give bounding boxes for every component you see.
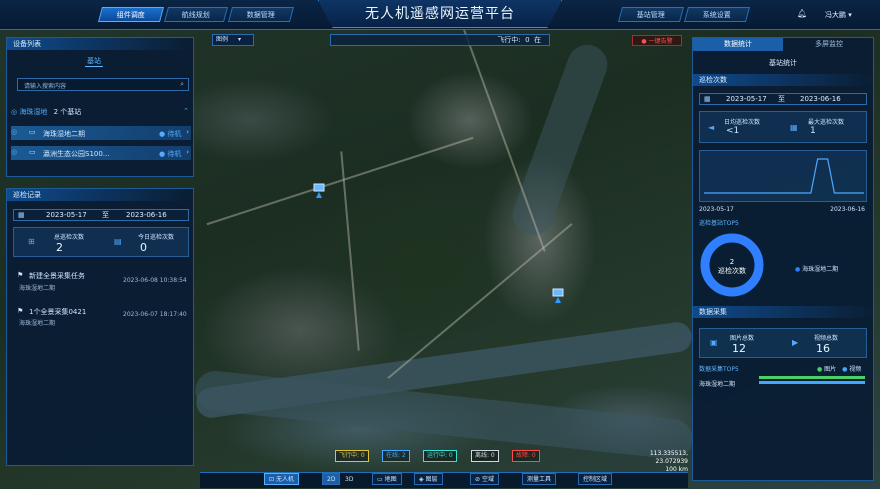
mode-3d-button[interactable]: 3D — [340, 473, 358, 485]
tab-station[interactable]: 基站 — [85, 56, 103, 67]
trend-line — [704, 158, 864, 194]
grid-icon: ⊞ — [28, 237, 35, 246]
image-icon: ▣ — [710, 338, 718, 347]
record-item[interactable]: ⚑ 1个全景采集0421 2023-06-07 18:17:40 海珠湿地二期 — [17, 307, 189, 337]
coordinate-readout: 113.335513, 23.072939 100 km — [649, 450, 688, 473]
flag-icon: ⚑ — [17, 307, 24, 315]
line-chart-svg — [704, 158, 864, 194]
data-collection-title: 数据采集 — [693, 306, 875, 318]
patrol-record-panel: 巡检记录 ▦ 2023-05-17 至 2023-06-16 ⊞ 总巡检次数 2… — [6, 188, 194, 466]
chevron-right-icon: › — [186, 128, 189, 136]
map-button[interactable]: ▭ 地图 — [372, 473, 402, 485]
alarm-button[interactable]: ● 一键告警 — [632, 35, 682, 46]
station-stats-title: 基站统计 — [769, 59, 797, 67]
collection-stats-card: ▣ 图片总数 12 ▶ 视频总数 16 — [699, 328, 867, 358]
collect-site-label: 海珠湿地二期 — [699, 381, 736, 388]
search-input[interactable]: 请输入搜索内容 ⌕ — [17, 78, 189, 91]
flight-status-bar: 飞行中: 0 在 — [330, 34, 550, 46]
patrol-count-title: 巡检次数 — [693, 74, 875, 86]
target-icon: ◎ — [11, 128, 18, 136]
status-online[interactable]: 在线: 2 — [382, 450, 410, 462]
station-marker[interactable] — [551, 288, 565, 304]
axis-start-label: 2023-05-17 — [699, 206, 734, 213]
send-icon: ◄ — [708, 123, 715, 132]
airspace-button[interactable]: ⊘ 空域 — [470, 473, 499, 485]
tab-station-management[interactable]: 基站管理 — [617, 7, 685, 22]
measure-button[interactable]: 测量工具 — [522, 473, 557, 485]
status-offline[interactable]: 离线: 0 — [471, 450, 499, 462]
calendar-icon: ▦ — [704, 95, 711, 103]
drone-icon: ▭ — [29, 128, 36, 136]
bell-icon[interactable]: 🔔︎ — [797, 9, 807, 18]
video-bar — [759, 381, 865, 384]
status-running[interactable]: 运行中: 0 — [423, 450, 457, 462]
device-item[interactable]: ◎ ▭ 瀛洲生态公园S100... ● 待机 › — [11, 146, 191, 160]
station-group[interactable]: ◎ 海珠湿地 2 个基站 — [11, 107, 81, 117]
patrol-summary-card: ◄ 日均巡检次数 <1 ▦ 最大巡检次数 1 — [699, 111, 867, 143]
legend-dropdown[interactable]: 图例 ▾ — [212, 34, 254, 46]
patrol-line-chart — [699, 150, 867, 202]
video-icon: ▶ — [792, 338, 799, 347]
device-list-title: 设备列表 — [7, 38, 193, 50]
target-icon: ◎ — [11, 148, 18, 156]
tab-route-planning[interactable]: 航线规划 — [163, 7, 229, 22]
device-item[interactable]: ◎ ▭ 海珠湿地二期 ● 待机 › — [11, 126, 191, 140]
location-icon: ◎ — [11, 108, 18, 116]
drone-button[interactable]: ⊡ 无人机 — [264, 473, 299, 485]
tab-system-settings[interactable]: 系统设置 — [683, 7, 751, 22]
patrol-stats-card: ⊞ 总巡检次数 2 ▤ 今日巡检次数 0 — [13, 227, 189, 257]
control-area-button[interactable]: 控制区域 — [578, 473, 613, 485]
calendar-icon: ▦ — [18, 211, 25, 219]
statistics-panel: 数据统计 多屏监控 基站统计 巡检次数 ▦ 2023-05-17 至 2023-… — [692, 37, 875, 481]
layer-button[interactable]: ◈ 图层 — [414, 473, 443, 485]
image-bar — [759, 376, 865, 379]
status-badge: ● 待机 — [159, 130, 182, 138]
patrol-record-title: 巡检记录 — [7, 189, 193, 201]
station-marker[interactable] — [312, 183, 326, 199]
tab-data-stats[interactable]: 数据统计 — [693, 38, 783, 51]
top-header: 组件调度 航线规划 数据管理 无人机遥感网运营平台 基站管理 系统设置 🔔︎ 冯… — [0, 0, 880, 30]
flag-icon: ⚑ — [17, 271, 24, 279]
donut-center: 2 巡检次数 — [718, 258, 746, 275]
mode-2d-button[interactable]: 2D — [322, 473, 341, 485]
page-title: 无人机遥感网运营平台 — [318, 0, 562, 28]
drone-icon: ▭ — [29, 148, 36, 156]
top5-title: 巡检基站TOP5 — [699, 220, 739, 227]
axis-end-label: 2023-06-16 — [830, 206, 865, 213]
chevron-right-icon: › — [186, 148, 189, 156]
tab-data-management[interactable]: 数据管理 — [227, 7, 295, 22]
record-item[interactable]: ⚑ 新建全景采集任务 2023-06-08 10:38:54 海珠湿地二期 — [17, 271, 189, 301]
tab-dispatch[interactable]: 组件调度 — [97, 7, 165, 22]
device-list-panel: 设备列表 基站 请输入搜索内容 ⌕ ◎ 海珠湿地 2 个基站 ⌃ ◎ ▭ 海珠湿… — [6, 37, 194, 177]
search-icon[interactable]: ⌕ — [180, 80, 184, 89]
date-range-picker[interactable]: ▦ 2023-05-17 至 2023-06-16 — [13, 209, 189, 221]
collect-legend: ● 图片 ● 视频 — [817, 366, 862, 373]
status-flying[interactable]: 飞行中: 0 — [335, 450, 369, 462]
chevron-down-icon: ▾ — [237, 36, 241, 43]
user-name[interactable]: 冯大鹏 ▾ — [825, 10, 852, 20]
date-range-picker[interactable]: ▦ 2023-05-17 至 2023-06-16 — [699, 93, 867, 105]
collect-top5-title: 数据采集TOP5 — [699, 366, 739, 373]
status-fault[interactable]: 故障: 0 — [512, 450, 540, 462]
status-badge: ● 待机 — [159, 150, 182, 158]
tab-multi-screen[interactable]: 多屏监控 — [785, 38, 873, 51]
document-icon: ▤ — [114, 237, 122, 246]
chevron-up-icon[interactable]: ⌃ — [183, 107, 189, 115]
donut-legend: ● 海珠湿地二期 — [795, 266, 839, 273]
calendar-icon: ▦ — [790, 123, 798, 132]
